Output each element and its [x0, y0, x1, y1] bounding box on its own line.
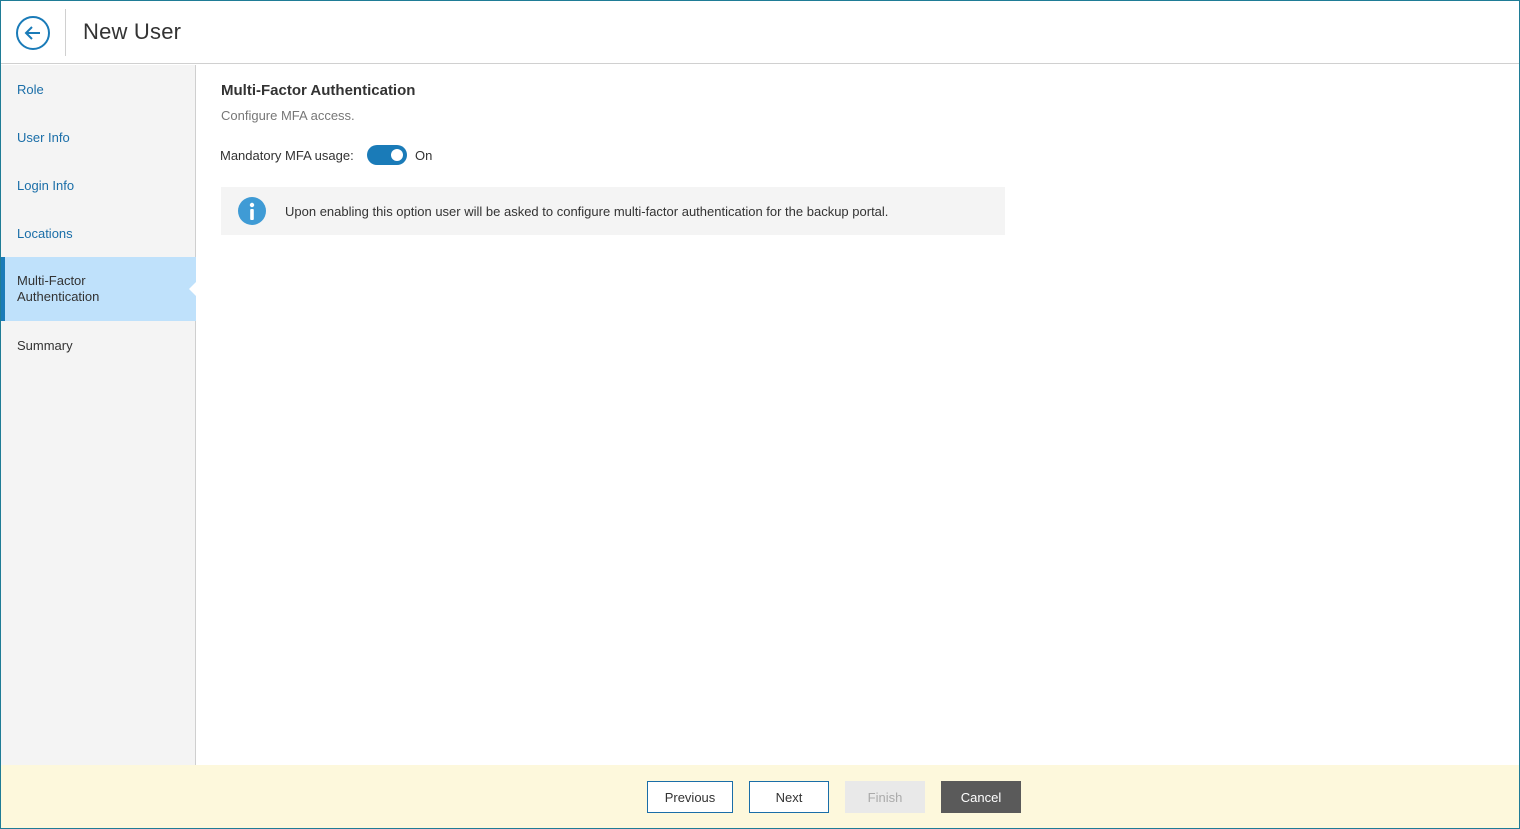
wizard-steps-sidebar: Role User Info Login Info Locations Mult… — [1, 65, 197, 765]
step-user-info[interactable]: User Info — [1, 130, 196, 146]
section-title: Multi-Factor Authentication — [221, 82, 416, 99]
previous-button[interactable]: Previous — [647, 781, 733, 813]
wizard-header: New User — [1, 1, 1519, 64]
step-login-info[interactable]: Login Info — [1, 178, 196, 194]
next-button[interactable]: Next — [749, 781, 829, 813]
step-summary[interactable]: Summary — [1, 338, 196, 354]
wizard-window: New User Role User Info Login Info Locat… — [0, 0, 1520, 829]
step-content: Multi-Factor Authentication Configure MF… — [197, 65, 1519, 765]
info-text: Upon enabling this option user will be a… — [285, 204, 889, 219]
mfa-toggle-label: Mandatory MFA usage: — [220, 148, 354, 163]
step-multi-factor-authentication[interactable]: Multi-Factor Authentication — [1, 257, 197, 321]
step-role[interactable]: Role — [1, 82, 196, 98]
section-description: Configure MFA access. — [221, 108, 355, 123]
toggle-knob — [391, 149, 403, 161]
page-title: New User — [83, 19, 182, 44]
cancel-button[interactable]: Cancel — [941, 781, 1021, 813]
arrow-left-icon — [24, 26, 40, 40]
active-step-notch — [189, 281, 197, 297]
info-message: Upon enabling this option user will be a… — [221, 187, 1005, 235]
step-label: Multi-Factor Authentication — [17, 273, 100, 304]
wizard-footer: Previous Next Finish Cancel — [1, 765, 1519, 828]
step-locations[interactable]: Locations — [1, 226, 196, 242]
finish-button: Finish — [845, 781, 925, 813]
mfa-toggle-state: On — [415, 148, 433, 163]
mfa-toggle-switch[interactable] — [367, 145, 407, 165]
header-divider — [65, 9, 66, 56]
info-icon — [238, 197, 266, 225]
back-button[interactable] — [16, 16, 50, 50]
